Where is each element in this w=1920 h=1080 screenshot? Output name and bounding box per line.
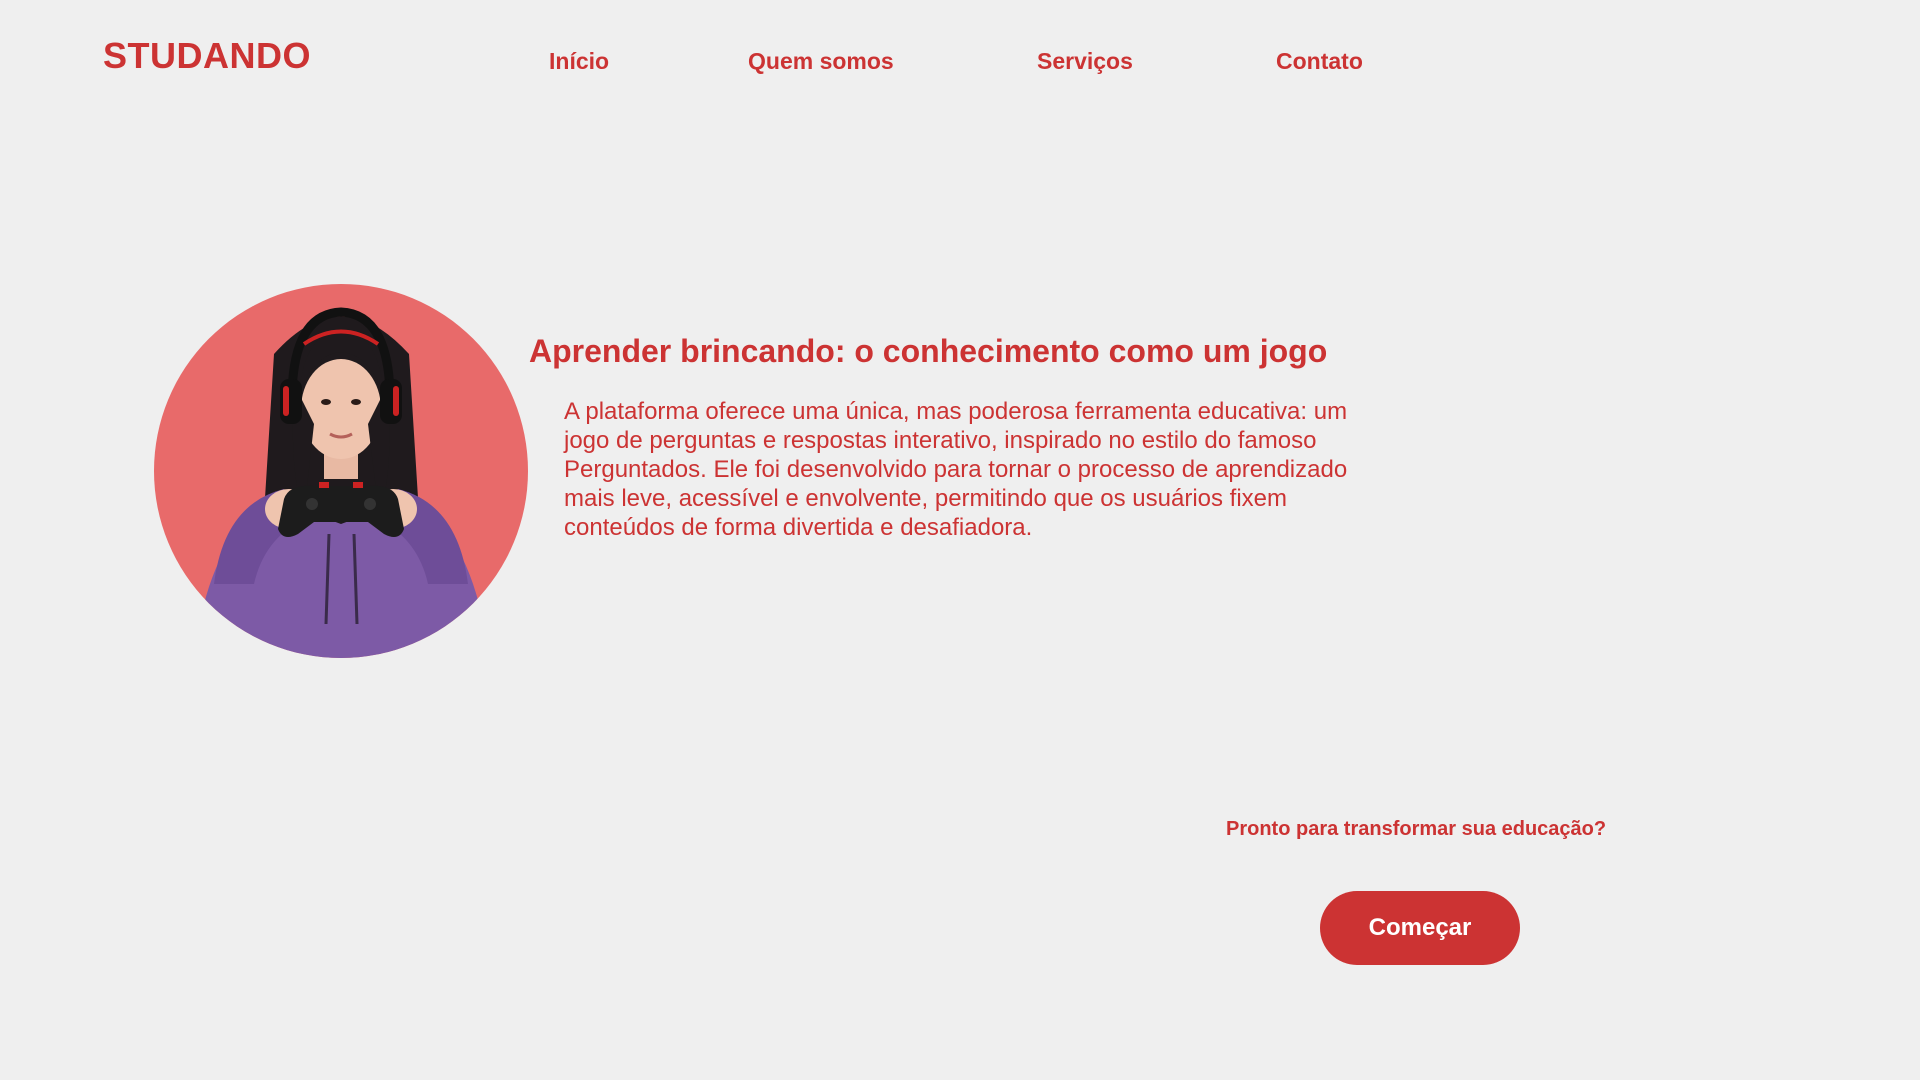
landing-page: STUDANDO Início Quem somos Serviços Cont… [0,0,1920,1080]
start-button[interactable]: Começar [1320,891,1520,965]
nav-link-quem-somos[interactable]: Quem somos [748,50,894,73]
hero-avatar-image [154,284,528,658]
nav-link-inicio[interactable]: Início [549,50,609,73]
hero-description: A plataforma oferece uma única, mas pode… [564,398,1348,541]
cta-question: Pronto para transformar sua educação? [1226,818,1607,840]
gamer-illustration [194,307,489,658]
nav-link-servicos[interactable]: Serviços [1037,50,1133,73]
nav-link-contato[interactable]: Contato [1276,50,1363,73]
hero-title: Aprender brincando: o conhecimento como … [529,333,1328,369]
logo[interactable]: STUDANDO [103,38,311,74]
